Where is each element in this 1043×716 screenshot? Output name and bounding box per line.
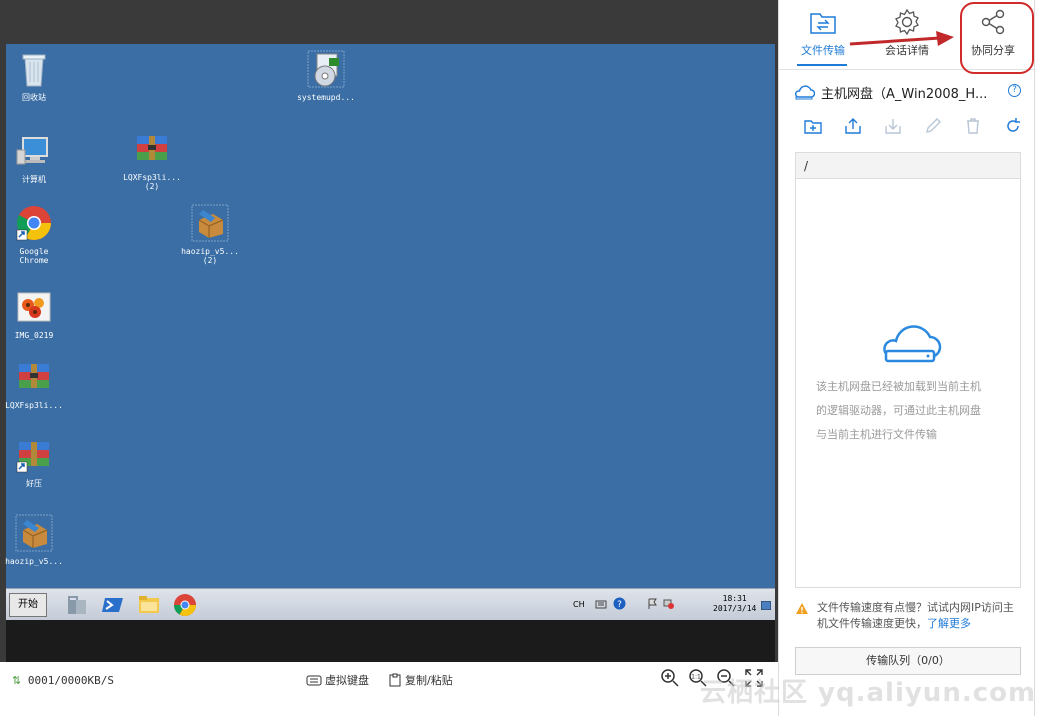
desktop-icon-systemupd[interactable]: systemupd... [296,50,356,102]
annotation-highlight-ring [960,2,1034,74]
installer-box-icon [15,514,53,552]
system-tray: CH ? 18:31 2017/3/14 [565,591,775,619]
desktop-icon-lqxfsp3li-2[interactable]: LQXFsp3li... (2) [122,130,182,191]
start-label: 开始 [18,599,38,610]
transfer-speed: ⇅ 0001/0000KB/S [12,674,114,687]
recycle-bin-icon [22,54,46,87]
installer-box-icon [191,204,229,242]
refresh-icon[interactable] [1003,116,1023,136]
powershell-icon[interactable] [100,592,126,618]
show-desktop-icon[interactable] [761,601,771,610]
watermark: 云栖社区 yq.aliyun.com [700,678,1037,708]
setup-disc-icon [307,50,345,88]
new-folder-icon[interactable] [803,116,823,136]
file-explorer-icon[interactable] [136,592,162,618]
empty-state-text: 该主机网盘已经被加载到当前主机 的逻辑驱动器，可通过此主机网盘 与当前主机进行文… [816,375,1016,447]
host-disk-title: 主机网盘（A_Win2008_H... [821,86,988,102]
desktop-icon-recycle-bin[interactable]: 回收站 [4,50,64,102]
learn-more-link[interactable]: 了解更多 [927,617,971,630]
keyboard-icon [306,675,322,686]
keyboard-icon[interactable] [595,598,607,610]
notice-text: 文件传输速度有点慢？试试内网IP访问主机文件传输速度更快， [817,601,1014,630]
desktop-icon-computer[interactable]: 计算机 [4,132,64,184]
haozip-icon [16,442,49,473]
clock-date: 2017/3/14 [713,604,757,613]
tab-file-transfer-label: 文件传输 [801,44,845,57]
speed-notice: 文件传输速度有点慢？试试内网IP访问主机文件传输速度更快，了解更多 [795,600,1021,632]
help-tray-icon[interactable]: ? [613,597,626,610]
clock-time: 18:31 [722,594,747,603]
transfer-queue-label: 传输队列（0/0） [866,654,950,667]
tray-clock[interactable]: 18:31 2017/3/14 [713,594,756,614]
archive-icon [137,136,167,160]
computer-icon [16,137,48,165]
start-button[interactable]: 开始 [9,593,47,617]
archive-icon [19,364,49,388]
empty-text-line-2: 的逻辑驱动器，可通过此主机网盘 [816,404,981,417]
desktop-icon-lqxfsp3li[interactable]: LQXFsp3li... [4,358,64,410]
desktop-icon-haozip[interactable]: 好压 [4,436,64,488]
folder-transfer-icon [810,13,836,34]
desktop-icon-haozip-v5[interactable]: haozip_v5... [4,514,64,566]
warning-icon [796,603,808,614]
svg-text:?: ? [617,600,622,610]
upload-icon[interactable] [843,116,863,136]
copy-paste-label: 复制/粘贴 [405,674,453,687]
copy-paste-button[interactable]: 复制/粘贴 [388,672,453,688]
empty-text-line-1: 该主机网盘已经被加载到当前主机 [816,380,981,393]
cloud-drive-icon [794,85,815,100]
help-icon[interactable]: ? [1008,84,1021,97]
file-list[interactable]: / 该主机网盘已经被加载到当前主机 的逻辑驱动器，可通过此主机网盘 与当前主机进… [795,152,1021,588]
rename-icon[interactable] [923,116,943,136]
remote-desktop[interactable]: 回收站 计算机 Google Chrome IMG_0219 LQXFsp3li… [4,44,775,588]
virtual-keyboard-label: 虚拟键盘 [325,674,369,687]
desktop-icon-img-0219[interactable]: IMG_0219 [4,288,64,340]
input-language[interactable]: CH [573,600,585,609]
network-icon[interactable] [663,598,675,610]
clipboard-icon [389,673,401,687]
desktop-icon-haozip-v5-2[interactable]: haozip_v5... (2) [180,204,240,265]
desktop-icon-chrome[interactable]: Google Chrome [4,204,64,265]
chrome-icon [16,206,51,241]
delete-icon[interactable] [963,116,983,136]
side-panel: 文件传输 会话详情 协同分享 主机网盘（A_Win2008_H... ? / 该… [778,0,1036,716]
speed-value: 0001/0000KB/S [27,674,114,687]
host-disk-header: 主机网盘（A_Win2008_H... [793,82,1023,102]
current-path: / [796,153,1020,179]
transfer-queue-button[interactable]: 传输队列（0/0） [795,647,1021,675]
active-tab-indicator [797,64,847,66]
chrome-taskbar-icon[interactable] [172,592,198,618]
download-icon[interactable] [883,116,903,136]
file-toolbar [803,116,1023,138]
taskbar: 开始 CH ? 18:31 2017/3/14 [6,588,775,620]
empty-cloud-icon [883,325,942,363]
virtual-keyboard-button[interactable]: 虚拟键盘 [306,672,369,688]
action-center-icon[interactable] [647,597,659,611]
app-window: 回收站 计算机 Google Chrome IMG_0219 LQXFsp3li… [0,0,1043,716]
transfer-arrows-icon: ⇅ [12,674,22,687]
annotation-arrow [849,31,954,46]
zoom-in-icon[interactable] [660,668,680,688]
server-manager-icon[interactable] [64,592,90,618]
status-bar: ⇅ 0001/0000KB/S 虚拟键盘 复制/粘贴 1:1 [0,662,778,716]
image-file-icon [17,292,51,322]
empty-text-line-3: 与当前主机进行文件传输 [816,428,937,441]
remote-bottom-margin [6,620,775,662]
